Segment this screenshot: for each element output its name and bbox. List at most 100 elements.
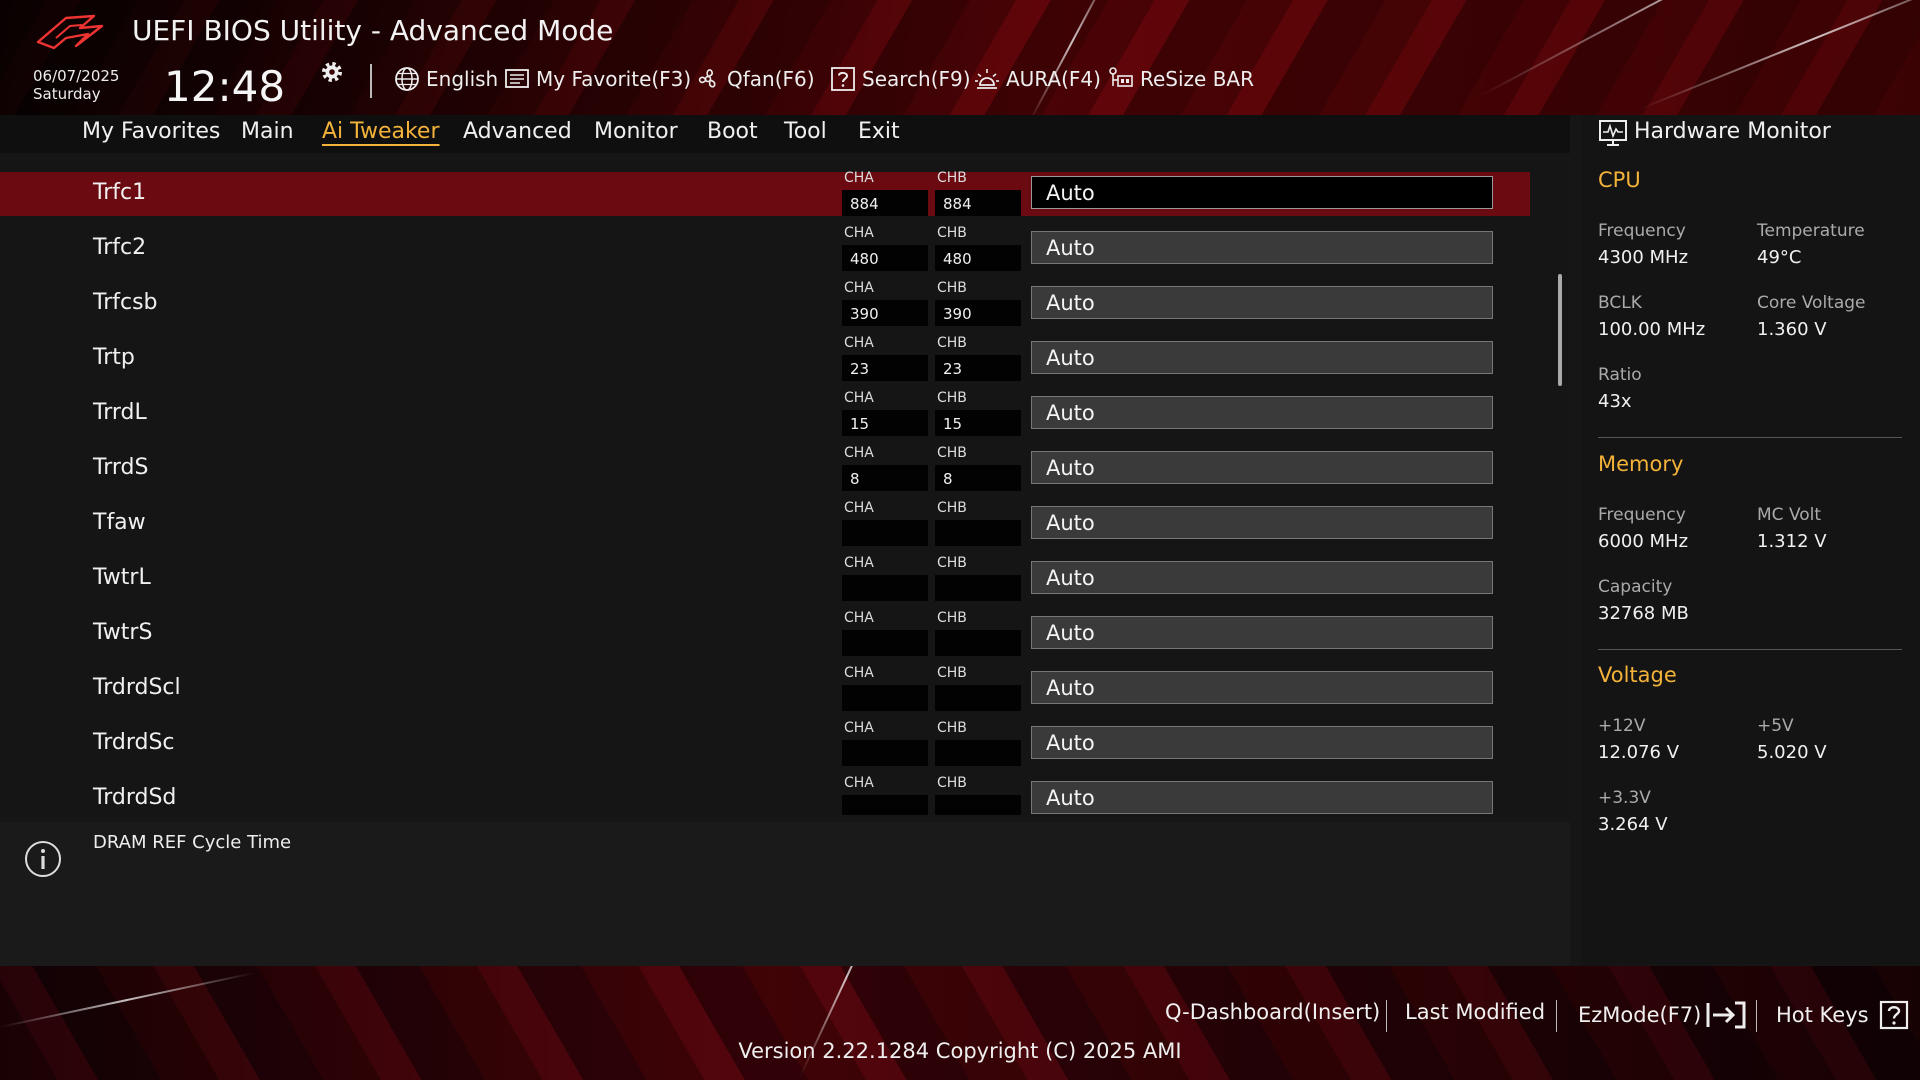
setting-value-dropdown[interactable]: Auto [1031, 616, 1493, 649]
channel-chb-label: CHB [937, 610, 967, 626]
setting-label: Trtp [93, 345, 135, 370]
channel-chb-value-box: 884 [935, 190, 1021, 216]
day-text: Saturday [33, 85, 101, 103]
setting-value-dropdown[interactable]: Auto [1031, 451, 1493, 484]
channel-cha-value-box: 23 [842, 355, 928, 381]
hardware-monitor-panel: Hardware Monitor CPU Frequency 4300 MHz … [1582, 115, 1920, 965]
menu-tab-ai-tweaker[interactable]: Ai Tweaker [322, 119, 440, 144]
resize-bar-button[interactable]: ReSize BAR [1108, 64, 1254, 94]
channel-chb-readout: CHB [935, 500, 1021, 546]
channel-cha-label: CHA [844, 225, 874, 241]
mc-volt-label: MC Volt [1757, 505, 1822, 525]
resize-bar-label: ReSize BAR [1140, 67, 1255, 91]
qfan-button[interactable]: Qfan(F6) [695, 64, 815, 94]
setting-row-trfc2[interactable]: Trfc2 CHA 480 CHB 480 Auto [0, 225, 1530, 271]
setting-label: TwtrL [93, 565, 151, 590]
setting-row-trrdl[interactable]: TrrdL CHA 15 CHB 15 Auto [0, 390, 1530, 436]
search-button[interactable]: Search(F9) [830, 64, 971, 94]
setting-row-trdrdsd[interactable]: TrdrdSd CHA CHB Auto [0, 775, 1530, 815]
setting-value-dropdown[interactable]: Auto [1031, 396, 1493, 429]
channel-chb-readout: CHB [935, 720, 1021, 766]
language-label: English [426, 67, 499, 91]
v12-label: +12V [1598, 716, 1646, 736]
channel-cha-value-box: 15 [842, 410, 928, 436]
setting-row-twtrl[interactable]: TwtrL CHA CHB Auto [0, 555, 1530, 601]
channel-cha-label: CHA [844, 610, 874, 626]
hw-divider [1598, 649, 1902, 650]
aura-label: AURA(F4) [1006, 67, 1101, 91]
menu-tab-monitor[interactable]: Monitor [594, 119, 678, 144]
setting-value-dropdown[interactable]: Auto [1031, 671, 1493, 704]
language-button[interactable]: English [394, 64, 498, 94]
aura-light-icon [975, 69, 999, 89]
v5-label: +5V [1757, 716, 1794, 736]
channel-cha-value: 23 [850, 360, 870, 378]
channel-chb-readout: CHB 23 [935, 335, 1021, 381]
my-favorite-button[interactable]: My Favorite(F3) [504, 64, 691, 94]
channel-cha-value-box: 8 [842, 465, 928, 491]
setting-value-dropdown[interactable]: Auto [1031, 781, 1493, 814]
channel-cha-label: CHA [844, 280, 874, 296]
channel-chb-value-box [935, 575, 1021, 601]
setting-value-dropdown[interactable]: Auto [1031, 506, 1493, 539]
menu-tab-tool[interactable]: Tool [784, 119, 827, 144]
aura-button[interactable]: AURA(F4) [974, 64, 1101, 94]
channel-cha-value-box [842, 520, 928, 546]
setting-value-dropdown[interactable]: Auto [1031, 561, 1493, 594]
menu-tab-main[interactable]: Main [241, 119, 294, 144]
menu-tab-boot[interactable]: Boot [707, 119, 758, 144]
setting-row-trdrdsc[interactable]: TrdrdSc CHA CHB Auto [0, 720, 1530, 766]
ezmode-button[interactable]: EzMode(F7) [1578, 1000, 1747, 1030]
setting-value-text: Auto [1046, 291, 1095, 315]
scrollbar[interactable] [1558, 274, 1562, 386]
search-help-icon [831, 67, 855, 91]
setting-row-trtp[interactable]: Trtp CHA 23 CHB 23 Auto [0, 335, 1530, 381]
channel-chb-label: CHB [937, 665, 967, 681]
setting-row-twtrs[interactable]: TwtrS CHA CHB Auto [0, 610, 1530, 656]
setting-label: TwtrS [93, 620, 153, 645]
channel-cha-value-box [842, 630, 928, 656]
setting-row-trrds[interactable]: TrrdS CHA 8 CHB 8 Auto [0, 445, 1530, 491]
q-dashboard-button[interactable]: Q-Dashboard(Insert) [1165, 1000, 1380, 1024]
settings-list: Trfc1 CHA 884 CHB 884 Auto Trfc2 CHA 480 CHB 480 Au… [0, 160, 1570, 815]
hot-keys-button[interactable]: Hot Keys [1776, 1000, 1909, 1030]
ratio-label: Ratio [1598, 365, 1642, 385]
cpu-temperature-label: Temperature [1757, 221, 1865, 241]
last-modified-button[interactable]: Last Modified [1405, 1000, 1545, 1024]
gear-icon[interactable] [318, 58, 346, 86]
channel-cha-value-box: 480 [842, 245, 928, 271]
setting-value-dropdown[interactable]: Auto [1031, 726, 1493, 759]
channel-cha-label: CHA [844, 775, 874, 791]
footer-light-streak [0, 971, 255, 1028]
channel-chb-label: CHB [937, 390, 967, 406]
clock-display[interactable]: 12:48 [164, 62, 285, 111]
channel-chb-label: CHB [937, 170, 967, 186]
channel-cha-value: 480 [850, 250, 879, 268]
cpu-heading: CPU [1598, 168, 1641, 192]
setting-row-trfc1[interactable]: Trfc1 CHA 884 CHB 884 Auto [0, 170, 1530, 216]
setting-value-text: Auto [1046, 181, 1095, 205]
channel-cha-value-box: 884 [842, 190, 928, 216]
setting-value-dropdown[interactable]: Auto [1031, 176, 1493, 209]
hot-keys-label: Hot Keys [1776, 1003, 1869, 1027]
setting-value-dropdown[interactable]: Auto [1031, 231, 1493, 264]
setting-value-dropdown[interactable]: Auto [1031, 286, 1493, 319]
setting-value-dropdown[interactable]: Auto [1031, 341, 1493, 374]
v12-value: 12.076 V [1598, 742, 1680, 763]
setting-row-trfcsb[interactable]: Trfcsb CHA 390 CHB 390 Auto [0, 280, 1530, 326]
date-text: 06/07/2025 [33, 67, 120, 85]
menu-tab-my-favorites[interactable]: My Favorites [82, 119, 220, 144]
menu-tab-exit[interactable]: Exit [858, 119, 900, 144]
bclk-label: BCLK [1598, 293, 1642, 313]
capacity-label: Capacity [1598, 577, 1673, 597]
header-light-streak [1639, 0, 1920, 110]
setting-value-text: Auto [1046, 786, 1095, 810]
channel-cha-label: CHA [844, 500, 874, 516]
setting-row-tfaw[interactable]: Tfaw CHA CHB Auto [0, 500, 1530, 546]
setting-row-trdrdscl[interactable]: TrdrdScl CHA CHB Auto [0, 665, 1530, 711]
menu-tab-advanced[interactable]: Advanced [463, 119, 572, 144]
channel-chb-value-box: 15 [935, 410, 1021, 436]
channel-chb-readout: CHB [935, 555, 1021, 601]
help-info-panel: DRAM REF Cycle Time [0, 822, 1570, 966]
header-divider [370, 64, 372, 98]
